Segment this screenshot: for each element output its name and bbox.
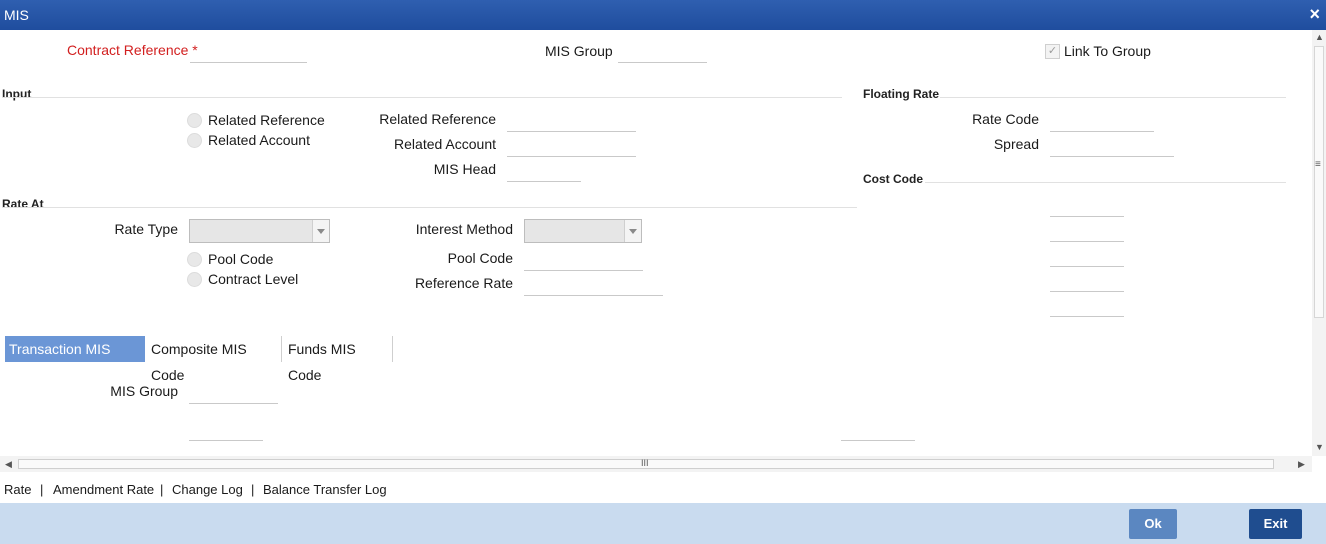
related-account-input[interactable] [507,136,636,157]
ok-button[interactable]: Ok [1129,509,1177,539]
related-reference-radio[interactable] [187,113,202,128]
rate-at-divider [2,207,857,208]
spread-label: Spread [993,136,1039,152]
mis-group-input[interactable] [618,42,707,63]
tab-mis-group-input[interactable] [189,383,278,404]
exit-button[interactable]: Exit [1249,509,1302,539]
rate-code-label: Rate Code [972,111,1039,127]
spread-input[interactable] [1050,136,1174,157]
footer-links: Rate | Amendment Rate | Change Log | Bal… [0,474,1326,504]
tab-transaction-mis-code[interactable]: Transaction MIS Code [5,336,145,383]
contract-reference-text: Contract Reference [67,42,189,58]
scroll-down-icon[interactable]: ▼ [1315,442,1324,452]
floating-rate-section-title: Floating Rate [863,87,940,101]
pool-code-input[interactable] [524,250,643,271]
cost-code-input-5[interactable] [1050,296,1124,317]
mis-group-label: MIS Group [545,43,613,59]
related-reference-radio-label: Related Reference [208,112,325,128]
related-reference-input[interactable] [507,111,636,132]
cost-code-input-3[interactable] [1050,246,1124,267]
change-log-link[interactable]: Change Log [172,482,243,497]
cost-code-input-4[interactable] [1050,271,1124,292]
tab-extra-input-2[interactable] [841,420,915,441]
rate-code-input[interactable] [1050,111,1154,132]
rate-type-label: Rate Type [114,221,178,237]
chevron-down-icon[interactable] [624,220,641,242]
reference-rate-input[interactable] [524,275,663,296]
rate-type-select[interactable] [189,219,330,243]
cost-code-section-title: Cost Code [863,172,923,186]
amendment-rate-link[interactable]: Amendment Rate [53,482,154,497]
link-to-group-checkbox[interactable]: ✓ [1045,44,1060,59]
reference-rate-label: Reference Rate [414,275,513,291]
balance-transfer-log-link[interactable]: Balance Transfer Log [263,482,387,497]
horizontal-scrollbar[interactable]: ◀ III ▶ [0,456,1312,472]
contract-reference-input[interactable] [190,42,307,63]
mis-head-label: MIS Head [433,161,496,177]
window-title: MIS [4,7,29,23]
tab-extra-input-1[interactable] [189,420,263,441]
scroll-up-icon[interactable]: ▲ [1315,32,1324,42]
link-to-group-label: Link To Group [1064,43,1151,59]
rate-link[interactable]: Rate [4,482,31,497]
link-separator: | [160,482,164,497]
contract-reference-label: Contract Reference * [67,42,198,58]
mis-head-input[interactable] [507,161,581,182]
interest-method-select[interactable] [524,219,642,243]
window-title-bar: MIS × [0,0,1326,30]
related-reference-label: Related Reference [379,111,496,127]
horizontal-scroll-thumb[interactable]: III [18,458,1274,469]
input-section-divider [2,97,842,98]
close-icon[interactable]: × [1309,4,1320,25]
related-account-label: Related Account [394,136,496,152]
floating-rate-divider [940,97,1286,98]
pool-code-radio[interactable] [187,252,202,267]
interest-method-label: Interest Method [415,221,513,237]
input-section-title: Input [2,87,32,101]
rate-at-section-title: Rate At [2,197,44,211]
pool-code-label: Pool Code [447,250,513,266]
scroll-right-icon[interactable]: ▶ [1298,459,1305,470]
footer-button-bar: Ok Exit [0,503,1326,544]
link-separator: | [40,482,44,497]
horizontal-grip-icon: III [641,458,649,468]
tab-separator [281,336,282,362]
contract-level-radio[interactable] [187,272,202,287]
chevron-down-icon[interactable] [312,220,329,242]
cost-code-input-2[interactable] [1050,221,1124,242]
tab-mis-group-label: MIS Group [110,383,178,399]
contract-level-radio-label: Contract Level [208,271,299,287]
tab-separator [392,336,393,362]
tab-composite-mis-code[interactable]: Composite MIS Code [147,336,280,383]
tab-funds-mis-code[interactable]: Funds MIS Code [284,336,392,383]
related-account-radio-label: Related Account [208,132,310,148]
vertical-grip-icon: ≡ [1315,159,1321,170]
vertical-scrollbar[interactable]: ▲ ≡ ▼ [1312,30,1326,456]
pool-code-radio-label: Pool Code [208,251,274,267]
cost-code-divider [925,182,1286,183]
related-account-radio[interactable] [187,133,202,148]
scroll-left-icon[interactable]: ◀ [5,459,12,470]
vertical-scroll-thumb[interactable]: ≡ [1314,46,1324,318]
cost-code-input-1[interactable] [1050,196,1124,217]
link-separator: | [251,482,255,497]
